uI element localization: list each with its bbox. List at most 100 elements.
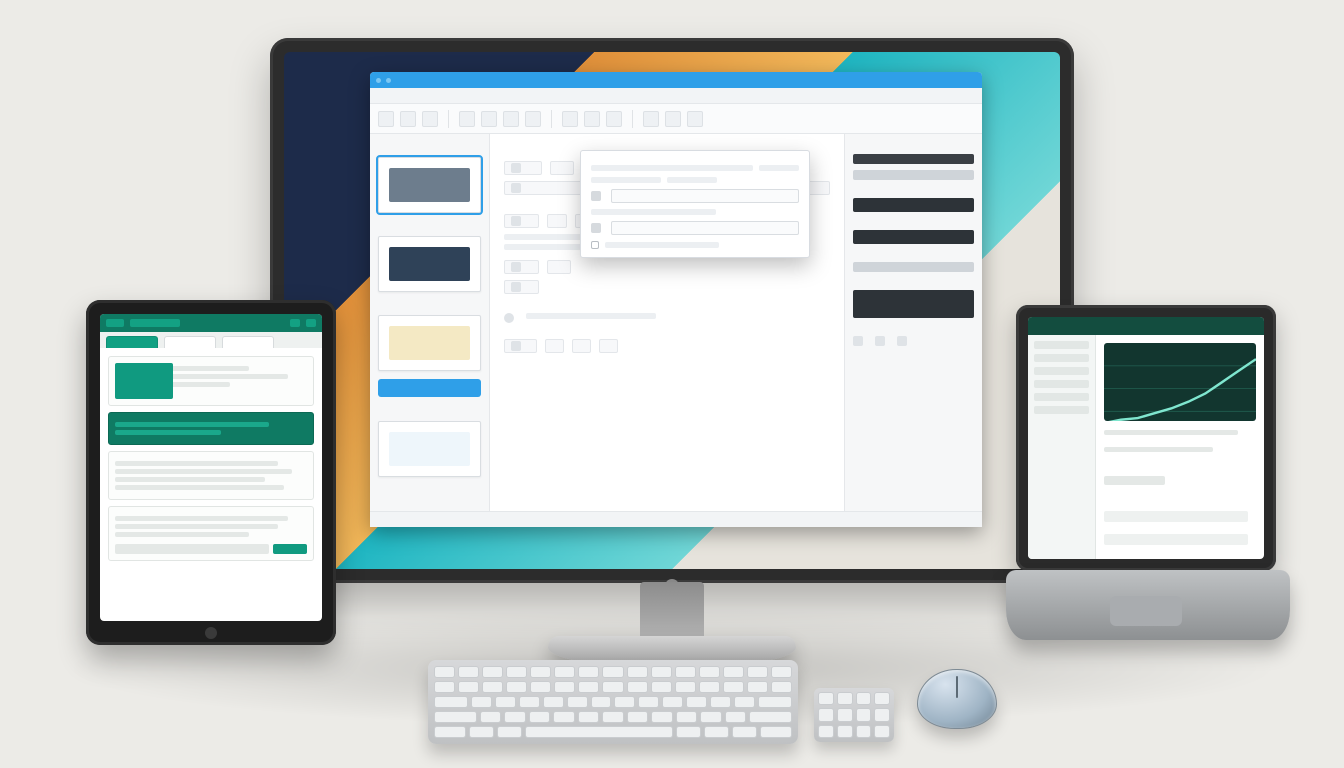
field-chip[interactable] bbox=[547, 214, 568, 228]
keyboard[interactable] bbox=[428, 660, 798, 744]
status-bar bbox=[370, 511, 982, 527]
mouse[interactable] bbox=[918, 670, 996, 728]
thumb-swatch bbox=[389, 432, 470, 466]
slide-thumbnail-rail bbox=[370, 134, 490, 511]
card-thumbnail bbox=[115, 363, 173, 399]
toolbar-button[interactable] bbox=[503, 111, 519, 127]
panel-icon[interactable] bbox=[875, 336, 885, 346]
window-titlebar[interactable] bbox=[370, 72, 982, 88]
dialog-input[interactable] bbox=[611, 189, 799, 203]
caption-line bbox=[1104, 430, 1238, 435]
property-bar[interactable] bbox=[853, 290, 974, 318]
toolbar-button[interactable] bbox=[481, 111, 497, 127]
card-text bbox=[115, 524, 278, 529]
header-icon[interactable] bbox=[290, 319, 300, 327]
sidebar-primary-button[interactable] bbox=[378, 379, 481, 397]
panel-icon[interactable] bbox=[897, 336, 907, 346]
field-chip[interactable] bbox=[504, 339, 537, 353]
content-card[interactable] bbox=[108, 451, 314, 500]
field-chip[interactable] bbox=[547, 260, 571, 274]
tab[interactable] bbox=[222, 336, 274, 348]
chip-icon bbox=[511, 341, 521, 351]
window-control-icon[interactable] bbox=[386, 78, 391, 83]
dialog-row bbox=[591, 165, 799, 171]
list-row[interactable] bbox=[1104, 511, 1248, 522]
content-card[interactable] bbox=[108, 356, 314, 406]
panel-icon[interactable] bbox=[853, 336, 863, 346]
laptop-trackpad[interactable] bbox=[1110, 596, 1182, 626]
rail-caption bbox=[378, 142, 481, 149]
field-chip[interactable] bbox=[504, 280, 539, 294]
toolbar-button[interactable] bbox=[378, 111, 394, 127]
toolbar-button[interactable] bbox=[606, 111, 622, 127]
dialog-field-icon bbox=[591, 223, 601, 233]
chip-icon bbox=[511, 262, 521, 272]
toolbar-button[interactable] bbox=[525, 111, 541, 127]
field-chip[interactable] bbox=[572, 339, 591, 353]
sidebar-item[interactable] bbox=[1034, 406, 1089, 414]
header-icon[interactable] bbox=[306, 319, 316, 327]
laptop-sidebar bbox=[1028, 335, 1096, 559]
swatch-row[interactable] bbox=[853, 262, 974, 272]
dialog-input[interactable] bbox=[611, 221, 799, 235]
tab[interactable] bbox=[164, 336, 216, 348]
monitor-screen bbox=[284, 52, 1060, 569]
numpad[interactable] bbox=[814, 688, 894, 742]
field-chip[interactable] bbox=[550, 161, 574, 175]
tablet-device bbox=[86, 300, 336, 645]
list-row[interactable] bbox=[1104, 534, 1248, 545]
toolbar-button[interactable] bbox=[687, 111, 703, 127]
toolbar-separator bbox=[632, 110, 633, 128]
chip-icon bbox=[511, 216, 521, 226]
laptop-screen bbox=[1028, 317, 1264, 559]
slide-thumbnail[interactable] bbox=[378, 315, 481, 371]
content-card[interactable] bbox=[108, 506, 314, 561]
dialog-row bbox=[591, 177, 799, 183]
field-chip[interactable] bbox=[504, 161, 542, 175]
laptop-app-header bbox=[1028, 317, 1264, 335]
tablet-home-button[interactable] bbox=[205, 627, 217, 639]
content-card-accent[interactable] bbox=[108, 412, 314, 445]
toolbar-button[interactable] bbox=[459, 111, 475, 127]
sidebar-item[interactable] bbox=[1034, 393, 1089, 401]
toolbar-button[interactable] bbox=[643, 111, 659, 127]
field-chip[interactable] bbox=[599, 339, 618, 353]
panel-label bbox=[853, 142, 974, 148]
card-text bbox=[115, 430, 221, 435]
property-bar[interactable] bbox=[853, 230, 974, 244]
slide-thumbnail[interactable] bbox=[378, 421, 481, 477]
toolbar-button[interactable] bbox=[400, 111, 416, 127]
radio-icon[interactable] bbox=[504, 313, 514, 323]
tab[interactable] bbox=[106, 336, 158, 348]
toolbar-button[interactable] bbox=[665, 111, 681, 127]
sidebar-item[interactable] bbox=[1034, 367, 1089, 375]
window-control-icon[interactable] bbox=[376, 78, 381, 83]
thumb-caption bbox=[378, 485, 481, 492]
dialog-text bbox=[667, 177, 717, 183]
swatch-row[interactable] bbox=[853, 170, 974, 180]
field-chip[interactable] bbox=[504, 214, 539, 228]
tablet-screen bbox=[100, 314, 322, 621]
dialog-text bbox=[591, 209, 716, 215]
thumb-caption bbox=[378, 405, 481, 412]
card-button-primary[interactable] bbox=[273, 544, 307, 554]
pill-button[interactable] bbox=[1104, 476, 1165, 485]
sidebar-item[interactable] bbox=[1034, 341, 1089, 349]
toolbar-button[interactable] bbox=[422, 111, 438, 127]
sidebar-item[interactable] bbox=[1034, 354, 1089, 362]
card-text bbox=[115, 469, 292, 474]
dialog-text bbox=[759, 165, 799, 171]
modal-dialog[interactable] bbox=[580, 150, 810, 258]
sidebar-item[interactable] bbox=[1034, 380, 1089, 388]
panel-label bbox=[853, 186, 974, 192]
property-bar[interactable] bbox=[853, 198, 974, 212]
slide-thumbnail[interactable] bbox=[378, 236, 481, 292]
toolbar-button[interactable] bbox=[584, 111, 600, 127]
swatch-row[interactable] bbox=[853, 154, 974, 164]
field-chip[interactable] bbox=[545, 339, 564, 353]
toolbar-button[interactable] bbox=[562, 111, 578, 127]
card-button[interactable] bbox=[115, 544, 269, 554]
dialog-checkbox[interactable] bbox=[591, 241, 599, 249]
field-chip[interactable] bbox=[504, 260, 539, 274]
slide-thumbnail[interactable] bbox=[378, 157, 481, 213]
